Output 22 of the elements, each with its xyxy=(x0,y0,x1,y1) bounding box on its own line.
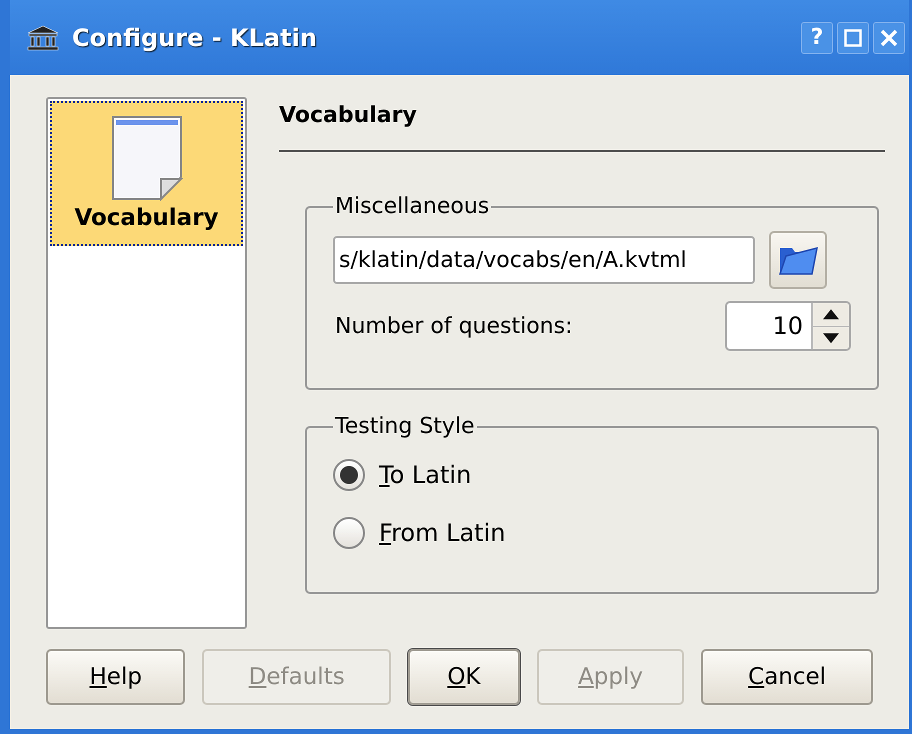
radio-option[interactable]: From Latin xyxy=(333,515,506,551)
group-title: Miscellaneous xyxy=(334,193,490,221)
temple-icon xyxy=(26,24,60,50)
dialog-button[interactable]: Cancel xyxy=(701,649,873,705)
questions-label: Number of questions: xyxy=(335,312,572,340)
radio-button[interactable] xyxy=(333,459,365,491)
group-title: Testing Style xyxy=(334,413,476,441)
sidebar-item[interactable]: Vocabulary xyxy=(50,101,243,246)
close-icon xyxy=(880,28,898,46)
maximize-button[interactable] xyxy=(837,22,869,54)
open-file-button[interactable] xyxy=(769,231,827,289)
maximize-icon xyxy=(844,28,862,46)
dialog-button[interactable]: Help xyxy=(46,649,186,705)
window-title: Configure - KLatin xyxy=(72,22,317,54)
dialog-button[interactable]: OK xyxy=(408,649,520,705)
close-button[interactable] xyxy=(873,22,905,54)
radio-option[interactable]: To Latin xyxy=(333,457,472,493)
radio-button[interactable] xyxy=(333,517,365,549)
page-title: Vocabulary xyxy=(279,102,417,130)
document-icon xyxy=(110,115,182,201)
questions-spinbox[interactable]: 10 xyxy=(725,301,851,351)
file-path-field[interactable]: s/klatin/data/vocabs/en/A.kvtml xyxy=(333,236,755,284)
